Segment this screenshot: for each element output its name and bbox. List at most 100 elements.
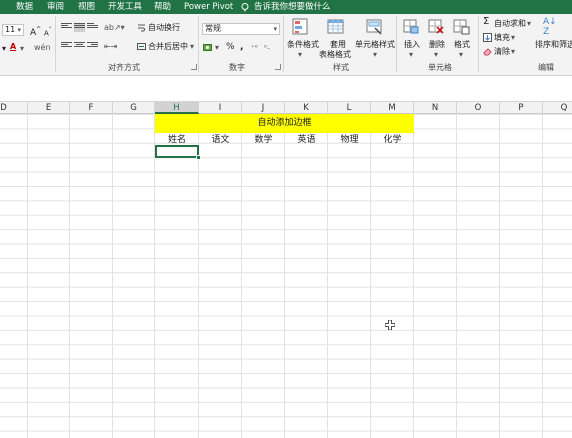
sigma-icon: Σ (483, 16, 490, 27)
lightbulb-icon (241, 3, 249, 12)
ribbon-tab-bar: 数据 审阅 视图 开发工具 帮助 Power Pivot 告诉我你想要做什么 (0, 0, 572, 14)
chevron-down-icon[interactable]: ▾ (434, 50, 438, 60)
group-label-cells: 单元格 (428, 63, 452, 72)
merge-center-icon (137, 43, 146, 50)
chevron-down-icon[interactable]: ▾ (409, 50, 413, 60)
align-right-icon[interactable] (87, 42, 98, 51)
tab-help[interactable]: 帮助 (154, 1, 171, 13)
align-left-icon[interactable] (61, 42, 72, 51)
comma-button[interactable]: , (240, 42, 243, 52)
orientation-icon[interactable]: ab↗▾ (104, 23, 125, 33)
column-header-selected[interactable]: H (155, 102, 199, 114)
ribbon: 11 ▾ A^ Aˇ ▾ A ▾ wén ab↗▾ ⇤⇥ 自动换行 合并后居中 ▾… (0, 14, 572, 76)
column-header[interactable]: D (0, 102, 28, 114)
phonetic-icon[interactable]: wén (34, 43, 51, 53)
fill-button[interactable]: 填充 (494, 33, 510, 43)
chevron-down-icon: ▾ (17, 26, 21, 34)
align-center-icon[interactable] (74, 42, 85, 51)
font-size-combo[interactable]: 11 ▾ (2, 24, 24, 36)
chevron-down-icon[interactable]: ▾ (459, 50, 463, 60)
fill-down-icon (483, 33, 492, 42)
chevron-down-icon[interactable]: ▾ (511, 47, 515, 57)
chevron-down-icon[interactable]: ▾ (373, 50, 377, 60)
column-header[interactable]: L (328, 102, 371, 114)
insert-button[interactable]: 插入 (404, 40, 420, 50)
header-cell[interactable]: 语文 (199, 133, 242, 147)
column-header[interactable]: G (113, 102, 155, 114)
align-middle-icon[interactable] (74, 23, 85, 32)
autosum-button[interactable]: 自动求和 (494, 19, 526, 29)
delete-button[interactable]: 删除 (429, 40, 445, 50)
column-header[interactable]: M (371, 102, 414, 114)
insert-cells-icon (403, 19, 419, 34)
header-cell[interactable]: 英语 (285, 133, 328, 147)
eraser-icon (483, 48, 492, 56)
active-cell-selection[interactable] (155, 145, 199, 158)
launcher-icon[interactable] (275, 64, 281, 70)
launcher-icon[interactable] (191, 64, 197, 70)
chevron-down-icon[interactable]: ▾ (2, 44, 6, 54)
group-label-editing: 编辑 (538, 63, 554, 72)
font-color-button[interactable]: A (10, 42, 16, 52)
cell-styles-button[interactable]: 单元格样式 (355, 40, 395, 50)
header-cell[interactable]: 物理 (328, 133, 371, 147)
column-header[interactable]: I (199, 102, 242, 114)
column-header[interactable]: P (500, 102, 543, 114)
number-format-value: 常规 (205, 24, 221, 33)
increase-decimal-icon[interactable]: ⁺⁰ (251, 43, 258, 53)
tab-developer[interactable]: 开发工具 (108, 1, 142, 13)
grow-font-button[interactable]: A^ (30, 25, 41, 38)
formula-bar-area (0, 76, 572, 102)
chevron-down-icon[interactable]: ▾ (190, 42, 194, 52)
tell-me-text: 告诉我你想要做什么 (254, 2, 331, 12)
cell-cursor-icon (385, 320, 395, 330)
format-cells-icon (453, 19, 470, 35)
tell-me-box[interactable]: 告诉我你想要做什么 (241, 1, 331, 13)
column-header[interactable]: J (242, 102, 285, 114)
currency-icon[interactable] (203, 43, 214, 52)
tab-review[interactable]: 审阅 (47, 1, 64, 13)
header-cell[interactable]: 化学 (371, 133, 414, 147)
merge-center-button[interactable]: 合并后居中 (148, 42, 188, 52)
format-as-table-label-1: 套用 (330, 40, 346, 49)
tab-power-pivot[interactable]: Power Pivot (184, 1, 233, 13)
indent-icon[interactable]: ⇤⇥ (104, 42, 117, 52)
group-label-styles: 样式 (333, 63, 349, 72)
align-top-icon[interactable] (61, 23, 72, 32)
format-as-table-button[interactable]: 表格格式 (319, 50, 351, 60)
decrease-decimal-icon[interactable]: ⁰₋ (264, 43, 271, 53)
fill-handle[interactable] (196, 155, 201, 160)
column-header[interactable]: Q (543, 102, 572, 114)
column-header[interactable]: O (457, 102, 500, 114)
group-label-number: 数字 (229, 63, 245, 72)
percent-button[interactable]: % (226, 42, 235, 52)
conditional-format-button[interactable]: 条件格式 (287, 40, 319, 50)
chevron-down-icon[interactable]: ▾ (20, 44, 24, 54)
conditional-format-icon (292, 18, 308, 35)
wrap-text-button[interactable]: 自动换行 (148, 23, 180, 33)
column-header[interactable]: E (28, 102, 70, 114)
column-header-row: D E F G H I J K L M N O P Q (0, 102, 572, 114)
chevron-down-icon[interactable]: ▾ (215, 43, 219, 53)
cell-grid[interactable] (0, 114, 572, 438)
chevron-down-icon[interactable]: ▾ (527, 19, 531, 29)
merged-title-cell[interactable]: 自动添加边框 (155, 114, 414, 133)
shrink-font-button[interactable]: Aˇ (44, 26, 52, 38)
delete-cells-icon (428, 19, 444, 34)
tab-view[interactable]: 视图 (78, 1, 95, 13)
chevron-down-icon[interactable]: ▾ (511, 33, 515, 43)
column-header[interactable]: F (70, 102, 113, 114)
column-header[interactable]: K (285, 102, 328, 114)
number-format-combo[interactable]: 常规 ▾ (202, 23, 280, 35)
chevron-down-icon[interactable]: ▾ (298, 50, 302, 60)
sort-filter-button[interactable]: 排序和筛选 (535, 40, 572, 50)
group-label-alignment: 对齐方式 (108, 63, 140, 72)
align-bottom-icon[interactable] (87, 23, 98, 32)
header-cell[interactable]: 数学 (242, 133, 285, 147)
clear-button[interactable]: 清除 (494, 47, 510, 57)
format-button[interactable]: 格式 (454, 40, 470, 50)
column-header[interactable]: N (414, 102, 457, 114)
font-size-value: 11 (5, 25, 16, 34)
tab-data[interactable]: 数据 (16, 1, 33, 13)
sort-filter-icon: A↓ Z (543, 17, 557, 37)
